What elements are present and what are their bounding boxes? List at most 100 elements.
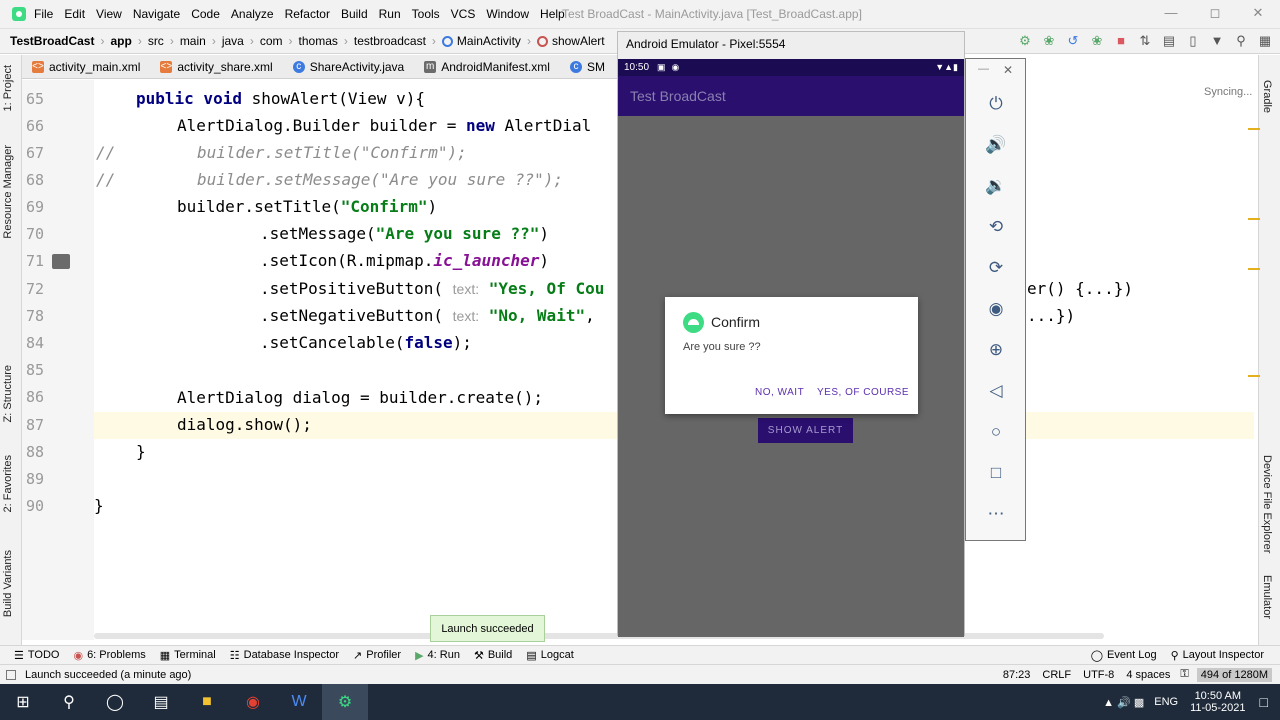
- tool-resource-manager[interactable]: Resource Manager: [2, 145, 14, 239]
- breadcrumb-item[interactable]: TestBroadCast ›: [10, 34, 110, 48]
- menu-navigate[interactable]: Navigate: [133, 7, 180, 21]
- code-line[interactable]: builder.setMessage("Are you sure ??");: [197, 170, 563, 189]
- android-studio-taskbar-icon[interactable]: ⚙: [322, 684, 368, 720]
- stop-icon[interactable]: ■: [1112, 32, 1130, 50]
- power-icon[interactable]: ⏻: [985, 93, 1007, 115]
- back-icon[interactable]: ◁: [985, 380, 1007, 402]
- breadcrumb-item[interactable]: java ›: [222, 34, 260, 48]
- menu-vcs[interactable]: VCS: [451, 7, 476, 21]
- close-icon[interactable]: ✕: [1003, 63, 1013, 77]
- breadcrumb-item[interactable]: com ›: [260, 34, 299, 48]
- code-line[interactable]: //: [96, 170, 115, 189]
- cursor-position[interactable]: 87:23: [1003, 669, 1031, 681]
- code-line[interactable]: .setIcon(R.mipmap.ic_launcher): [260, 251, 549, 270]
- breadcrumb-item[interactable]: main ›: [180, 34, 222, 48]
- sdk-manager-icon[interactable]: ▼: [1208, 32, 1226, 50]
- apply-changes-icon[interactable]: ⚙: [1016, 32, 1034, 50]
- menu-analyze[interactable]: Analyze: [231, 7, 274, 21]
- code-line[interactable]: .setCancelable(false);: [260, 333, 472, 352]
- scroll-marker[interactable]: [1248, 268, 1260, 270]
- search-icon[interactable]: ⚲: [46, 684, 92, 720]
- tool-run[interactable]: ▶ 4: Run: [415, 649, 460, 662]
- menu-file[interactable]: File: [34, 7, 53, 21]
- breadcrumb-item[interactable]: MainActivity ›: [441, 34, 537, 48]
- menu-run[interactable]: Run: [379, 7, 401, 21]
- menu-code[interactable]: Code: [191, 7, 220, 21]
- grid-icon[interactable]: ▦: [1256, 32, 1274, 50]
- tool-emulator[interactable]: Emulator: [1261, 575, 1273, 619]
- tool-gradle[interactable]: Gradle: [1261, 80, 1273, 113]
- file-explorer-icon[interactable]: ■: [184, 684, 230, 720]
- phone-screen[interactable]: 10:50 ▣ ◉ ▼▲▮ Test BroadCast SHOW ALERT …: [618, 59, 964, 637]
- code-line[interactable]: .setMessage("Are you sure ??"): [260, 224, 549, 243]
- memory-indicator[interactable]: 494 of 1280M: [1196, 667, 1272, 682]
- code-line[interactable]: .setPositiveButton( text: "Yes, Of Cou: [260, 279, 604, 298]
- breadcrumb-item[interactable]: app ›: [110, 34, 147, 48]
- volume-up-icon[interactable]: 🔊: [985, 134, 1007, 156]
- code-line[interactable]: er() {...}): [1027, 279, 1133, 298]
- tool-logcat[interactable]: ▤ Logcat: [526, 649, 573, 662]
- code-line[interactable]: ...}): [1027, 306, 1075, 325]
- code-line[interactable]: }: [94, 496, 104, 515]
- sync-icon[interactable]: ⇅: [1136, 32, 1154, 50]
- home-icon[interactable]: ○: [985, 421, 1007, 443]
- chrome-icon[interactable]: ◉: [230, 684, 276, 720]
- notification-center-icon[interactable]: □: [1260, 694, 1268, 710]
- tool-terminal[interactable]: ▦ Terminal: [160, 649, 216, 662]
- tool-problems[interactable]: ◉ 6: Problems: [73, 649, 145, 662]
- rotate-right-icon[interactable]: ⟳: [985, 257, 1007, 279]
- scroll-marker[interactable]: [1248, 128, 1260, 130]
- tab-share-activity[interactable]: c ShareActivity.java: [283, 55, 414, 79]
- tool-project[interactable]: 1: Project: [2, 65, 14, 111]
- tray-icons[interactable]: ▲ 🔊 ▩: [1103, 696, 1144, 709]
- layout-icon[interactable]: ▤: [1160, 32, 1178, 50]
- dialog-negative-button[interactable]: NO, WAIT: [755, 387, 804, 398]
- language-indicator[interactable]: ENG: [1154, 696, 1178, 708]
- camera-icon[interactable]: ◉: [985, 298, 1007, 320]
- line-separator[interactable]: CRLF: [1042, 669, 1071, 681]
- tool-layout-inspector[interactable]: ⚲ Layout Inspector: [1171, 649, 1264, 662]
- menu-edit[interactable]: Edit: [64, 7, 85, 21]
- tool-profiler[interactable]: ↗ Profiler: [353, 649, 401, 662]
- tool-device-file-explorer[interactable]: Device File Explorer: [1261, 455, 1273, 553]
- tool-structure[interactable]: Z: Structure: [2, 365, 14, 422]
- code-line[interactable]: .setNegativeButton( text: "No, Wait",: [260, 306, 595, 325]
- minimize-icon[interactable]: —: [1163, 5, 1179, 21]
- show-alert-button[interactable]: SHOW ALERT: [758, 418, 853, 443]
- lock-icon[interactable]: ⚿: [1180, 668, 1188, 681]
- code-line[interactable]: dialog.show();: [177, 415, 312, 434]
- indent-setting[interactable]: 4 spaces: [1126, 669, 1170, 681]
- menu-tools[interactable]: Tools: [412, 7, 440, 21]
- tool-event-log[interactable]: ◯ Event Log: [1091, 649, 1157, 662]
- tool-build[interactable]: ⚒ Build: [474, 649, 512, 662]
- zoom-icon[interactable]: ⊕: [985, 339, 1007, 361]
- word-icon[interactable]: W: [276, 684, 322, 720]
- menu-window[interactable]: Window: [486, 7, 529, 21]
- code-line[interactable]: builder.setTitle("Confirm"): [177, 197, 437, 216]
- clock[interactable]: 10:50 AM 11-05-2021: [1190, 690, 1245, 714]
- task-view-icon[interactable]: ▤: [138, 684, 184, 720]
- menu-build[interactable]: Build: [341, 7, 368, 21]
- breadcrumb-item[interactable]: showAlert: [536, 34, 605, 48]
- file-encoding[interactable]: UTF-8: [1083, 669, 1114, 681]
- tab-activity-share[interactable]: <> activity_share.xml: [150, 55, 282, 79]
- code-line[interactable]: AlertDialog.Builder builder = new AlertD…: [177, 116, 591, 135]
- avd-manager-icon[interactable]: ▯: [1184, 32, 1202, 50]
- tool-build-variants[interactable]: Build Variants: [2, 550, 14, 617]
- cortana-icon[interactable]: ◯: [92, 684, 138, 720]
- breadcrumb-item[interactable]: testbroadcast ›: [354, 34, 442, 48]
- code-line[interactable]: }: [136, 442, 146, 461]
- close-icon[interactable]: ✕: [1250, 5, 1266, 21]
- code-line[interactable]: builder.setTitle("Confirm");: [197, 143, 467, 162]
- tool-favorites[interactable]: 2: Favorites: [2, 455, 14, 512]
- windows-start-icon[interactable]: ⊞: [0, 684, 46, 720]
- rotate-left-icon[interactable]: ⟲: [985, 216, 1007, 238]
- tool-todo[interactable]: ☰ TODO: [14, 649, 59, 662]
- minimize-icon[interactable]: —: [978, 63, 989, 75]
- scroll-marker[interactable]: [1248, 218, 1260, 220]
- more-icon[interactable]: ⋯: [985, 503, 1007, 525]
- profile-icon[interactable]: ↺: [1064, 32, 1082, 50]
- menu-refactor[interactable]: Refactor: [285, 7, 330, 21]
- dialog-positive-button[interactable]: YES, OF COURSE: [817, 387, 909, 398]
- tab-android-manifest[interactable]: m AndroidManifest.xml: [414, 55, 560, 79]
